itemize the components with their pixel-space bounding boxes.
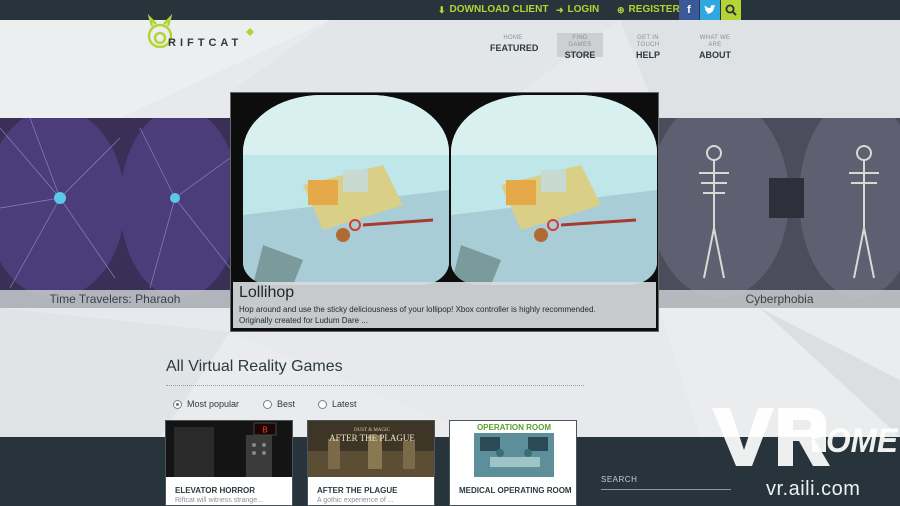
twitter-icon[interactable] <box>700 0 720 20</box>
slide-image-time-travelers <box>0 118 230 308</box>
game-name: AFTER THE PLAGUE <box>317 486 398 495</box>
nav-store[interactable]: FIND GAMES STORE <box>557 33 603 60</box>
svg-text:OME: OME <box>826 422 898 460</box>
logo-text: RIFTCAT <box>168 37 243 49</box>
login-icon: ➜ <box>556 5 564 15</box>
svg-text:OPERATION ROOM: OPERATION ROOM <box>477 423 551 432</box>
radio-icon <box>318 399 327 409</box>
download-icon: ⬇ <box>438 5 446 15</box>
sort-best[interactable]: Best <box>263 399 295 409</box>
svg-text:B: B <box>262 426 268 436</box>
slide-caption-main: Lollihop Hop around and use the sticky d… <box>233 282 656 328</box>
sort-most-popular[interactable]: Most popular <box>173 399 239 409</box>
slide-caption-left: Time Travelers: Pharaoh <box>0 290 230 308</box>
game-thumbnail: B <box>166 421 292 477</box>
radio-selected-icon <box>173 399 182 409</box>
register-link[interactable]: ⊕ REGISTER <box>617 0 680 20</box>
sidebar-search-input[interactable] <box>601 489 731 490</box>
login-link[interactable]: ➜ LOGIN <box>556 0 599 20</box>
carousel-slide-right[interactable]: Cyberphobia <box>659 118 900 308</box>
search-icon[interactable] <box>721 0 741 20</box>
facebook-icon[interactable]: f <box>679 0 699 20</box>
game-description: Riftcat will witness strange... <box>175 497 263 504</box>
sort-latest[interactable]: Latest <box>318 399 357 409</box>
vr-right-eye-image <box>451 95 657 285</box>
top-bar: ⬇ DOWNLOAD CLIENT ➜ LOGIN ⊕ REGISTER f <box>0 0 900 20</box>
game-card-after-the-plague[interactable]: DUST & MAGIC AFTER THE PLAGUE AFTER THE … <box>307 420 435 506</box>
download-client-link[interactable]: ⬇ DOWNLOAD CLIENT <box>438 0 548 20</box>
radio-icon <box>263 399 272 409</box>
slide-image-cyberphobia <box>659 118 900 308</box>
game-thumbnail: OPERATION ROOM <box>450 421 576 477</box>
game-name: MEDICAL OPERATING ROOM <box>459 486 572 495</box>
slide-caption-right: Cyberphobia <box>659 290 900 308</box>
game-card-elevator-horror[interactable]: B ELEVATOR HORROR Riftcat will witness s… <box>165 420 293 506</box>
plus-circle-icon: ⊕ <box>617 5 625 15</box>
nav-featured[interactable]: HOME FEATURED <box>486 33 540 57</box>
game-description: A gothic experience of ... <box>317 497 394 504</box>
riftcat-logo-icon[interactable] <box>146 14 262 56</box>
vr-left-eye-image <box>243 95 449 285</box>
sidebar-search-label: SEARCH <box>601 475 638 484</box>
slide-description: Hop around and use the sticky deliciousn… <box>239 305 596 325</box>
nav-about[interactable]: WHAT WE ARE ABOUT <box>689 33 741 60</box>
vr-home-watermark-logo: OME <box>712 408 898 466</box>
game-card-medical-operating-room[interactable]: OPERATION ROOM MEDICAL OPERATING ROOM <box>449 420 577 506</box>
section-divider <box>166 385 584 386</box>
carousel-slide-main[interactable]: Lollihop Hop around and use the sticky d… <box>230 92 659 332</box>
game-thumbnail: DUST & MAGIC AFTER THE PLAGUE <box>308 421 434 477</box>
svg-text:AFTER THE PLAGUE: AFTER THE PLAGUE <box>329 433 415 443</box>
watermark-url: vr.aili.com <box>766 478 861 500</box>
section-title: All Virtual Reality Games <box>166 358 343 375</box>
game-name: ELEVATOR HORROR <box>175 486 256 495</box>
game-description <box>450 496 576 497</box>
slide-title: Lollihop <box>239 284 295 301</box>
nav-help[interactable]: GET IN TOUCH HELP <box>622 33 674 60</box>
carousel-slide-left[interactable]: Time Travelers: Pharaoh <box>0 118 230 308</box>
